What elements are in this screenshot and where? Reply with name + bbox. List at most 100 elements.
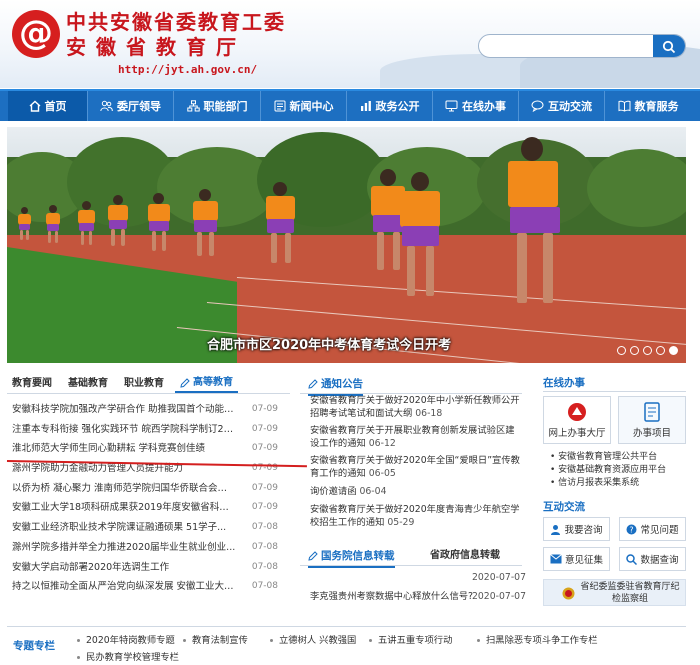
news-title[interactable]: 安徽大学启动部署2020年选调生工作	[12, 558, 236, 578]
notice-title[interactable]: 通知公告	[308, 374, 363, 396]
users-icon	[100, 100, 113, 112]
slide-indicators	[617, 346, 678, 355]
site-title-line2: 安徽省教育厅	[66, 35, 246, 59]
slide-dot[interactable]	[643, 346, 652, 355]
person-icon	[551, 524, 561, 535]
hero-banner[interactable]: 合肥市市区2020年中考体育考试今日开考	[7, 127, 686, 363]
service-link[interactable]: • 安徽省教育管理公共平台	[550, 451, 666, 464]
online-service-title: 在线办事	[543, 374, 686, 392]
info-item[interactable]: 2020-07-07	[310, 572, 526, 585]
nav-label: 政务公开	[375, 100, 420, 113]
news-date: 07-09	[251, 443, 278, 454]
notice-title-label: 通知公告	[321, 378, 363, 390]
tab-provincial-gov[interactable]: 省政府信息转载	[430, 546, 500, 566]
notice-item[interactable]: 安徽省教育厅关于做好2020年全国“爱眼日”宣传教育工作的通知 06-05	[310, 455, 520, 480]
news-title[interactable]: 安徽工业经济职业技术学院课证融通硕果 51学子...	[12, 518, 236, 538]
tab-state-council[interactable]: 国务院信息转载	[308, 546, 395, 568]
monitor-icon	[445, 100, 458, 112]
list-item[interactable]: 持之以恒推动全面从严治党向纵深发展 安徽工业大学... 07-08	[7, 577, 290, 597]
news-title[interactable]: 以侨为桥 凝心聚力 淮南师范学院归国华侨联合会正...	[12, 479, 236, 499]
pencil-icon	[308, 379, 318, 389]
info-item[interactable]: 李克强贵州考察数据中心释放什么信号? 2020-07-07	[310, 591, 526, 604]
service-items-button[interactable]: 办事项目	[618, 396, 686, 444]
service-section: 在线办事 网上办事大厅 办事项目 • 安徽省教育管理公共平台 • 安徽基础教育资…	[543, 374, 686, 606]
search-button[interactable]	[653, 35, 685, 57]
list-item[interactable]: 以侨为桥 凝心聚力 淮南师范学院归国华侨联合会正... 07-09	[7, 479, 290, 499]
list-item[interactable]: 安徽工业大学18项科研成果获2019年度安徽省科学... 07-09	[7, 498, 290, 518]
service-items-label: 办事项目	[632, 428, 671, 439]
service-link[interactable]: • 安徽基础教育资源应用平台	[550, 464, 666, 477]
opinion-button[interactable]: 意见征集	[543, 547, 610, 571]
faq-button[interactable]: ? 常见问题	[619, 517, 686, 541]
topic-link[interactable]: 立德树人 兴教强国	[270, 632, 356, 646]
nav-home[interactable]: 首页	[8, 91, 88, 121]
news-date: 07-09	[251, 463, 278, 474]
tab-vocational-edu[interactable]: 职业教育	[119, 374, 169, 393]
topic-link[interactable]: 教育法制宣传	[183, 632, 248, 646]
news-title[interactable]: 注重本专科衔接 强化实践环节 皖西学院科学制订20...	[12, 420, 236, 440]
tab-higher-edu[interactable]: 高等教育	[175, 374, 238, 393]
notice-section: 通知公告 安徽省教育厅关于做好2020年中小学新任教师公开招聘考试笔试和面试大纲…	[300, 374, 526, 602]
news-date: 07-08	[251, 522, 278, 533]
list-item[interactable]: 安徽工业经济职业技术学院课证融通硕果 51学子... 07-08	[7, 518, 290, 538]
search-icon	[662, 40, 676, 54]
news-tabs: 教育要闻 基础教育 职业教育 高等教育	[7, 374, 290, 394]
nav-interaction[interactable]: 互动交流	[519, 91, 605, 121]
news-title[interactable]: 滁州学院多措并举全力推进2020届毕业生就业创业...	[12, 538, 236, 558]
button-label: 意见征集	[564, 555, 603, 566]
notice-text: 询价邀请函	[310, 486, 357, 497]
topic-link[interactable]: 五讲五重专项行动	[369, 632, 452, 646]
notice-item[interactable]: 安徽省教育厅关于做好2020年中小学新任教师公开招聘考试笔试和面试大纲 06-1…	[310, 395, 520, 420]
data-query-button[interactable]: 数据查询	[619, 547, 686, 571]
service-link[interactable]: • 信访月报表采集系统	[550, 477, 666, 490]
consult-button[interactable]: 我要咨询	[543, 517, 610, 541]
nav-label: 在线办事	[462, 100, 506, 113]
notice-date: 06-12	[368, 437, 396, 449]
news-title[interactable]: 淮北师范大学师生同心勤耕耘 学科竞赛创佳绩	[12, 439, 236, 459]
nav-label: 首页	[44, 100, 67, 113]
nav-edu-service[interactable]: 教育服务	[605, 91, 691, 121]
nav-news[interactable]: 新闻中心	[261, 91, 347, 121]
tab-label: 高等教育	[193, 376, 233, 388]
notice-item[interactable]: 询价邀请函 06-04	[310, 486, 520, 499]
discipline-inspection-banner[interactable]: 省纪委监委驻省教育厅纪检监察组	[543, 579, 686, 606]
notice-item[interactable]: 安徽省教育厅关于做好2020年度青海青少年航空学校招生工作的通知 05-29	[310, 504, 520, 529]
online-hall-button[interactable]: 网上办事大厅	[543, 396, 611, 444]
slide-dot[interactable]	[630, 346, 639, 355]
nav-online-service[interactable]: 在线办事	[433, 91, 519, 121]
banner-caption[interactable]: 合肥市市区2020年中考体育考试今日开考	[207, 334, 451, 353]
list-item[interactable]: 滁州学院多措并举全力推进2020届毕业生就业创业... 07-08	[7, 538, 290, 558]
news-title[interactable]: 安徽工业大学18项科研成果获2019年度安徽省科学...	[12, 498, 236, 518]
data-search-icon	[626, 553, 638, 565]
info-tabs: 国务院信息转载 省政府信息转载	[300, 546, 522, 568]
site-url[interactable]: http://jyt.ah.gov.cn/	[118, 63, 257, 76]
org-icon	[186, 100, 200, 112]
tab-basic-edu[interactable]: 基础教育	[63, 374, 113, 393]
slide-dot[interactable]	[656, 346, 665, 355]
news-title[interactable]: 持之以恒推动全面从严治党向纵深发展 安徽工业大学...	[12, 577, 236, 597]
search-input[interactable]	[489, 38, 649, 54]
info-date: 2020-07-07	[471, 572, 526, 583]
link-text: 信访月报表采集系统	[558, 478, 640, 488]
news-title[interactable]: 安徽科技学院加强改产学研合作 助推我国首个动能农...	[12, 400, 236, 420]
news-list: 安徽科技学院加强改产学研合作 助推我国首个动能农... 07-09 注重本专科衔接…	[7, 400, 290, 597]
link-text: 安徽基础教育资源应用平台	[558, 465, 667, 475]
search-box	[478, 34, 686, 58]
site-logo[interactable]: @	[12, 10, 60, 58]
list-item[interactable]: 注重本专科衔接 强化实践环节 皖西学院科学制订20... 07-09	[7, 420, 290, 440]
slide-dot-active[interactable]	[669, 346, 678, 355]
list-item[interactable]: 安徽科技学院加强改产学研合作 助推我国首个动能农... 07-09	[7, 400, 290, 420]
slide-dot[interactable]	[617, 346, 626, 355]
notice-item[interactable]: 安徽省教育厅关于开展职业教育创新发展试验区建设工作的通知 06-12	[310, 425, 520, 450]
tab-edu-news[interactable]: 教育要闻	[7, 374, 57, 393]
list-item[interactable]: 安徽大学启动部署2020年选调生工作 07-08	[7, 558, 290, 578]
topic-link[interactable]: 民办教育学校管理专栏	[77, 649, 179, 663]
nav-departments[interactable]: 职能部门	[174, 91, 261, 121]
online-hall-label: 网上办事大厅	[548, 428, 606, 439]
topic-link[interactable]: 扫黑除恶专项斗争工作专栏	[477, 632, 598, 646]
nav-affairs[interactable]: 政务公开	[347, 91, 433, 121]
news-date: 07-09	[251, 404, 278, 414]
list-item[interactable]: 淮北师范大学师生同心勤耕耘 学科竞赛创佳绩 07-09	[7, 439, 290, 459]
nav-leaders[interactable]: 委厅领导	[88, 91, 174, 121]
topic-link[interactable]: 2020年特岗教师专题	[77, 632, 175, 646]
